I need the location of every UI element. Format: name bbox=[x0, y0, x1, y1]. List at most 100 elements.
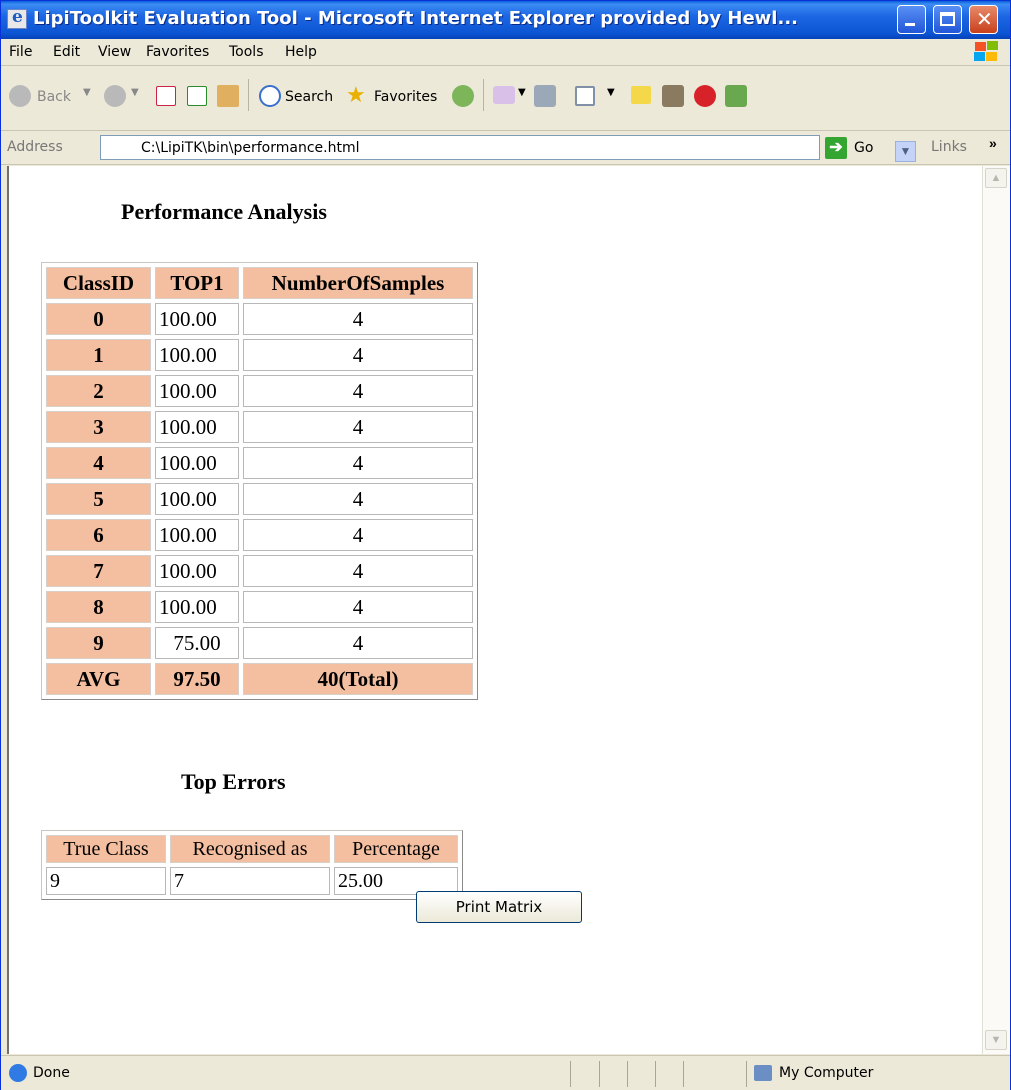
menu-favorites[interactable]: Favorites bbox=[146, 44, 209, 60]
avg-label-cell: AVG bbox=[46, 663, 151, 695]
top1-cell: 100.00 bbox=[155, 339, 239, 371]
status-divider bbox=[683, 1061, 684, 1087]
table-row: 6 100.00 4 bbox=[46, 519, 473, 551]
forward-dropdown-icon[interactable]: ▼ bbox=[131, 87, 139, 98]
scroll-up-icon[interactable]: ▲ bbox=[985, 168, 1007, 188]
close-button[interactable]: ✕ bbox=[969, 5, 998, 34]
links-label[interactable]: Links bbox=[931, 139, 967, 155]
column-header: ClassID bbox=[46, 267, 151, 299]
go-arrow-icon[interactable]: ➔ bbox=[825, 137, 847, 159]
print-matrix-button[interactable]: Print Matrix bbox=[416, 891, 582, 923]
top1-cell: 100.00 bbox=[155, 519, 239, 551]
menu-file[interactable]: File bbox=[9, 44, 32, 60]
samples-cell: 4 bbox=[243, 447, 473, 479]
performance-table: ClassID TOP1 NumberOfSamples 0 100.00 4 11… bbox=[41, 262, 478, 700]
toolbar-separator bbox=[483, 79, 484, 111]
status-divider bbox=[746, 1061, 747, 1087]
menu-view[interactable]: View bbox=[98, 44, 131, 60]
status-divider bbox=[599, 1061, 600, 1087]
class-id-cell: 1 bbox=[46, 339, 151, 371]
forward-icon[interactable] bbox=[104, 85, 126, 107]
table-row: 5 100.00 4 bbox=[46, 483, 473, 515]
home-icon[interactable] bbox=[217, 85, 239, 107]
samples-cell: 4 bbox=[243, 339, 473, 371]
class-id-cell: 3 bbox=[46, 411, 151, 443]
status-text: Done bbox=[33, 1065, 70, 1081]
table-header-row: True Class Recognised as Percentage bbox=[46, 835, 458, 863]
menu-help[interactable]: Help bbox=[285, 44, 317, 60]
close-icon: ✕ bbox=[976, 7, 993, 31]
table-row: 2 100.00 4 bbox=[46, 375, 473, 407]
my-computer-icon bbox=[754, 1065, 772, 1081]
class-id-cell: 2 bbox=[46, 375, 151, 407]
window-title: LipiToolkit Evaluation Tool - Microsoft … bbox=[33, 8, 798, 29]
go-button[interactable]: Go bbox=[854, 140, 873, 156]
column-header: Percentage bbox=[334, 835, 458, 863]
maximize-button[interactable] bbox=[933, 5, 962, 34]
top1-cell: 100.00 bbox=[155, 411, 239, 443]
ie-icon: e bbox=[7, 7, 27, 29]
refresh-icon[interactable] bbox=[187, 86, 207, 106]
mail-icon[interactable] bbox=[493, 86, 515, 104]
toolbar-separator bbox=[248, 79, 249, 111]
security-zone: My Computer bbox=[779, 1065, 874, 1081]
table-row: 9 75.00 4 bbox=[46, 627, 473, 659]
back-button[interactable]: Back bbox=[37, 89, 71, 105]
edit-dropdown-icon[interactable]: ▼ bbox=[607, 87, 615, 98]
back-icon[interactable] bbox=[9, 85, 31, 107]
favorites-button[interactable]: Favorites bbox=[374, 89, 437, 105]
address-dropdown-icon[interactable]: ▼ bbox=[895, 141, 916, 162]
scroll-down-icon[interactable]: ▼ bbox=[985, 1030, 1007, 1050]
status-divider bbox=[627, 1061, 628, 1087]
samples-cell: 4 bbox=[243, 627, 473, 659]
samples-cell: 4 bbox=[243, 303, 473, 335]
class-id-cell: 0 bbox=[46, 303, 151, 335]
print-icon[interactable] bbox=[534, 85, 556, 107]
research-icon[interactable] bbox=[662, 85, 684, 107]
search-button[interactable]: Search bbox=[285, 89, 333, 105]
class-id-cell: 6 bbox=[46, 519, 151, 551]
history-icon[interactable] bbox=[452, 85, 474, 107]
top1-cell: 100.00 bbox=[155, 555, 239, 587]
top-errors-table: True Class Recognised as Percentage 9 7 … bbox=[41, 830, 463, 900]
links-chevron-icon[interactable]: » bbox=[989, 135, 997, 151]
address-bar: Address C:\LipiTK\bin\performance.html ▼… bbox=[1, 132, 1010, 165]
class-id-cell: 5 bbox=[46, 483, 151, 515]
vertical-scrollbar[interactable]: ▲ ▼ bbox=[982, 166, 1010, 1054]
stop-icon[interactable] bbox=[156, 86, 176, 106]
address-value[interactable]: C:\LipiTK\bin\performance.html bbox=[141, 140, 360, 156]
menu-tools[interactable]: Tools bbox=[229, 44, 264, 60]
total-samples-cell: 40(Total) bbox=[243, 663, 473, 695]
table-row: 1 100.00 4 bbox=[46, 339, 473, 371]
windows-logo-icon bbox=[973, 40, 999, 62]
discuss-icon[interactable] bbox=[631, 86, 651, 104]
status-divider bbox=[655, 1061, 656, 1087]
address-label: Address bbox=[7, 139, 63, 155]
column-header: True Class bbox=[46, 835, 166, 863]
column-header: NumberOfSamples bbox=[243, 267, 473, 299]
edit-icon[interactable] bbox=[575, 86, 595, 106]
menu-edit[interactable]: Edit bbox=[53, 44, 80, 60]
address-input[interactable]: C:\LipiTK\bin\performance.html ▼ bbox=[100, 135, 916, 162]
minimize-button[interactable] bbox=[897, 5, 926, 34]
true-class-cell: 9 bbox=[46, 867, 166, 895]
messenger-icon[interactable] bbox=[725, 85, 747, 107]
table-row: 4 100.00 4 bbox=[46, 447, 473, 479]
title-bar[interactable]: e LipiToolkit Evaluation Tool - Microsof… bbox=[1, 1, 1010, 39]
table-row: 8 100.00 4 bbox=[46, 591, 473, 623]
class-id-cell: 9 bbox=[46, 627, 151, 659]
table-row: 9 7 25.00 bbox=[46, 867, 458, 895]
favorites-star-icon[interactable]: ★ bbox=[346, 83, 366, 108]
mail-dropdown-icon[interactable]: ▼ bbox=[518, 87, 526, 98]
errors-title: Top Errors bbox=[181, 769, 286, 794]
back-dropdown-icon[interactable]: ▼ bbox=[83, 87, 91, 98]
top1-cell: 100.00 bbox=[155, 303, 239, 335]
search-icon[interactable] bbox=[259, 85, 281, 107]
class-id-cell: 7 bbox=[46, 555, 151, 587]
menu-bar: File Edit View Favorites Tools Help bbox=[1, 39, 1010, 66]
table-row: 3 100.00 4 bbox=[46, 411, 473, 443]
samples-cell: 4 bbox=[243, 411, 473, 443]
samples-cell: 4 bbox=[243, 375, 473, 407]
samples-cell: 4 bbox=[243, 519, 473, 551]
toolbar-addon-icon[interactable] bbox=[694, 85, 716, 107]
